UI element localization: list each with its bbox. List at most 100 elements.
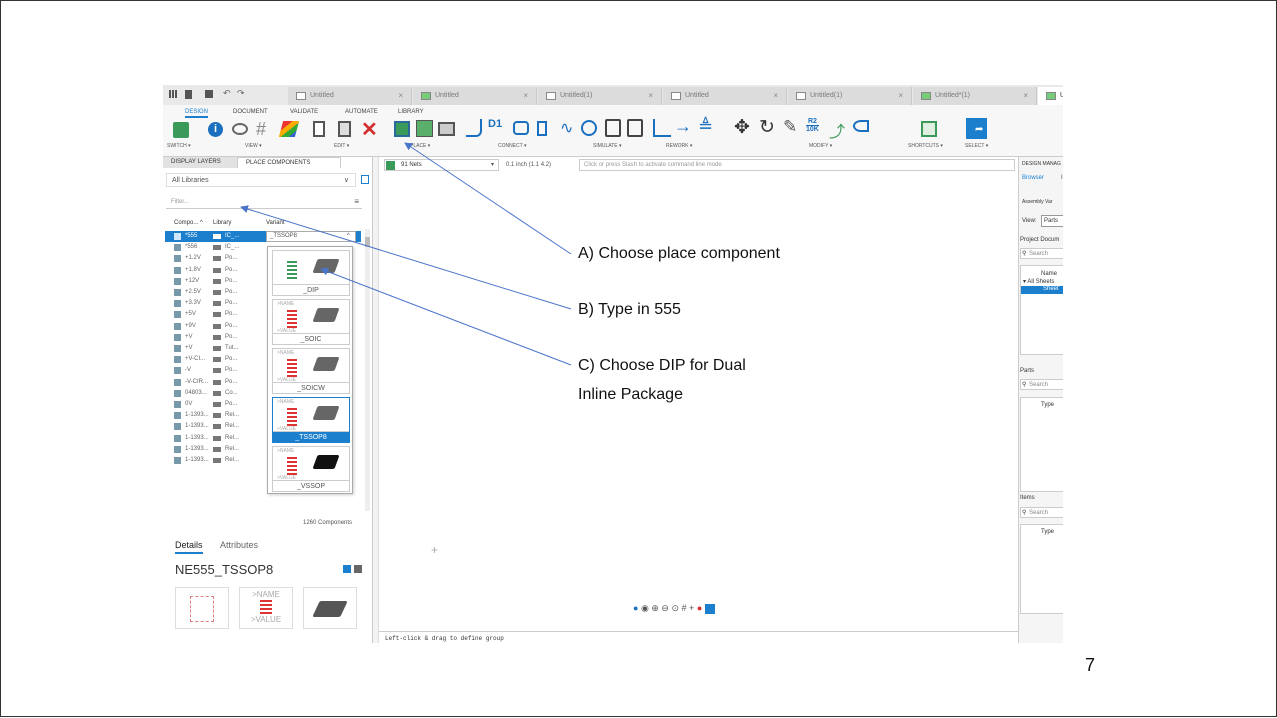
file-tab[interactable]: Untitled(1) ×	[538, 87, 662, 105]
move-icon[interactable]: ✥	[734, 116, 750, 139]
info-icon[interactable]: ●	[633, 603, 638, 613]
paste-icon[interactable]	[338, 121, 351, 137]
tab-validate[interactable]: VALIDATE	[290, 109, 318, 115]
rework-split-icon[interactable]: ≜	[698, 116, 713, 137]
file-tab[interactable]: Untitled ×	[288, 87, 412, 105]
file-tab[interactable]: Untitled ×	[663, 87, 787, 105]
variant-option[interactable]: _DIP	[272, 250, 350, 296]
variant-option[interactable]: >NAME >VALUE _SOICW	[272, 348, 350, 394]
close-icon[interactable]: ×	[773, 91, 778, 100]
zoom-in-icon[interactable]: ⊕	[651, 603, 659, 613]
save-icon[interactable]	[205, 90, 213, 98]
variant-select[interactable]: _TSSOP8 ^	[266, 231, 356, 242]
settings-icon[interactable]	[354, 565, 362, 573]
simulation-result-icon[interactable]	[605, 119, 621, 137]
zoom-fit-icon[interactable]: ⊙	[671, 603, 679, 613]
nets-select[interactable]: 91 Nets ▾	[384, 159, 499, 171]
tree-all-sheets[interactable]: ▾ All Sheets	[1023, 278, 1054, 285]
tab-browser[interactable]: Browser	[1022, 175, 1044, 181]
eye-icon[interactable]	[232, 123, 248, 135]
tab-display-layers[interactable]: DISPLAY LAYERS	[163, 157, 237, 168]
tab-automate[interactable]: AUTOMATE	[345, 109, 378, 115]
name-icon[interactable]	[853, 120, 869, 132]
close-icon[interactable]: ×	[523, 91, 528, 100]
close-icon[interactable]: ×	[898, 91, 903, 100]
grid-icon[interactable]: #	[256, 119, 266, 140]
delete-icon[interactable]: ✕	[361, 117, 378, 142]
redo-icon[interactable]: ↷	[237, 88, 245, 99]
wire-icon[interactable]	[466, 119, 482, 137]
variant-option[interactable]: >NAME >VALUE _TSSOP8	[272, 397, 350, 443]
group-view-label[interactable]: VIEW ▾	[245, 143, 262, 149]
details-tab[interactable]: Details	[175, 540, 203, 554]
tab-document[interactable]: DOCUMENT	[233, 109, 268, 115]
tab-second[interactable]: I	[1061, 175, 1063, 181]
apps-grid-icon[interactable]	[169, 90, 177, 98]
filter-input[interactable]: Filter... ≡	[166, 195, 362, 209]
group-place-label[interactable]: PLACE ▾	[410, 143, 430, 149]
wrench-icon[interactable]: ✎	[783, 117, 797, 137]
tree-expand-icon[interactable]: ▾	[1023, 279, 1026, 285]
group-rework-label[interactable]: REWORK ▾	[666, 143, 692, 149]
group-select-label[interactable]: SELECT ▾	[965, 143, 988, 149]
library-select[interactable]: All Libraries ∨	[166, 173, 356, 187]
open-library-icon[interactable]	[438, 122, 455, 136]
file-tab[interactable]: Untitled*(1) ×	[913, 87, 1037, 105]
stop-icon[interactable]: ●	[697, 603, 702, 613]
file-tab-active[interactable]: Un	[1038, 87, 1063, 105]
place-component-icon[interactable]	[394, 121, 410, 137]
scrollbar[interactable]	[365, 229, 370, 511]
filter-options-icon[interactable]: ≡	[354, 197, 359, 206]
zoom-out-icon[interactable]: ⊖	[661, 603, 669, 613]
close-icon[interactable]: ×	[1023, 91, 1028, 100]
info-icon[interactable]: i	[208, 122, 223, 137]
smash-icon[interactable]: ⤴	[829, 118, 845, 142]
group-connect-label[interactable]: CONNECT ▾	[498, 143, 527, 149]
close-icon[interactable]: ×	[648, 91, 653, 100]
variant-option[interactable]: >NAME >VALUE _VSSOP	[272, 446, 350, 492]
variant-option[interactable]: >NAME >VALUE _SOIC	[272, 299, 350, 345]
layers-icon[interactable]	[278, 121, 300, 137]
group-switch-label[interactable]: SWITCH ▾	[167, 143, 191, 149]
project-search-input[interactable]: ⚲ Search	[1020, 248, 1063, 259]
select-cursor-icon[interactable]	[704, 603, 715, 614]
copy-icon[interactable]	[313, 121, 325, 137]
undo-icon[interactable]: ↶	[223, 88, 231, 99]
attributes-tab[interactable]: Attributes	[220, 540, 258, 550]
view-select[interactable]: Parts	[1041, 215, 1063, 227]
simulate-icon[interactable]: ∿	[560, 118, 573, 138]
library-manager-icon[interactable]	[361, 175, 369, 184]
items-search-input[interactable]: ⚲ Search	[1020, 507, 1063, 518]
list-item[interactable]: *555 IC_... _TSSOP8 ^	[165, 231, 361, 242]
probe-icon[interactable]	[581, 120, 597, 136]
file-tab[interactable]: Untitled ×	[413, 87, 537, 105]
file-tab[interactable]: Untitled(1) ×	[788, 87, 912, 105]
tab-library[interactable]: LIBRARY	[398, 109, 424, 115]
view-toggle-icon[interactable]	[343, 565, 351, 573]
shortcuts-icon[interactable]	[921, 121, 937, 137]
rotate-icon[interactable]: ↻	[759, 116, 775, 139]
group-edit-label[interactable]: EDIT ▾	[334, 143, 349, 149]
net-label-icon[interactable]: D1	[488, 118, 502, 130]
close-icon[interactable]: ×	[398, 91, 403, 100]
eye-icon[interactable]: ◉	[641, 603, 649, 613]
command-line-input[interactable]: Click or press Slash to activate command…	[579, 159, 1015, 171]
column-library[interactable]: Library	[213, 220, 231, 226]
group-modify-label[interactable]: MODIFY ▾	[809, 143, 832, 149]
bus-icon[interactable]	[513, 121, 529, 135]
rework-arrow-icon[interactable]: →	[674, 116, 692, 137]
add-icon[interactable]: +	[689, 603, 694, 613]
tab-design[interactable]: DESIGN	[185, 109, 209, 118]
schematic-canvas[interactable]: 91 Nets ▾ 0.1 inch (1.1 4.2) Click or pr…	[378, 157, 1019, 643]
select-icon[interactable]: ➦	[966, 118, 987, 139]
value-icon[interactable]: R2 10K	[806, 118, 819, 134]
sim-settings-icon[interactable]	[627, 119, 643, 137]
switch-icon[interactable]	[173, 122, 189, 138]
tab-place-components[interactable]: PLACE COMPONENTS	[237, 157, 341, 168]
rework-line-icon[interactable]	[653, 119, 671, 137]
file-menu-icon[interactable]	[185, 90, 192, 99]
column-variant[interactable]: Variant	[266, 220, 285, 226]
scrollbar-thumb[interactable]	[365, 237, 370, 247]
junction-icon[interactable]	[537, 121, 547, 136]
group-simulate-label[interactable]: SIMULATE ▾	[593, 143, 622, 149]
